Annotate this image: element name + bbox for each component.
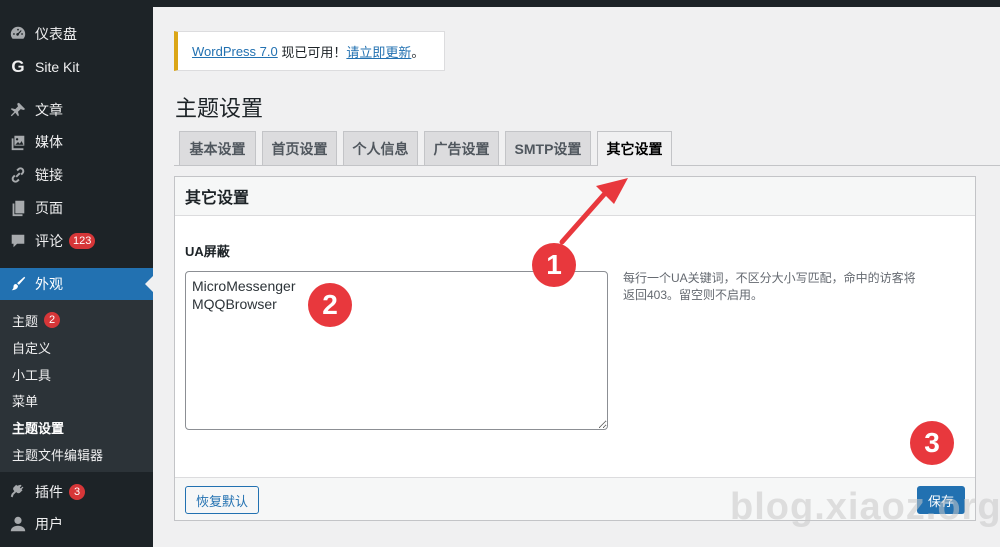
tab-home-settings[interactable]: 首页设置 — [262, 131, 337, 165]
menu-label-dashboard: 仪表盘 — [35, 26, 77, 42]
themes-update-badge: 2 — [44, 312, 61, 328]
comment-icon — [9, 232, 27, 250]
settings-panel: 其它设置 UA屏蔽 MicroMessenger MQQBrowser 每行一个… — [174, 176, 976, 521]
ua-block-help-text: 每行一个UA关键词，不区分大小写匹配，命中的访客将返回403。留空则不启用。 — [623, 271, 916, 302]
tab-other-settings[interactable]: 其它设置 — [597, 131, 672, 166]
restore-defaults-button[interactable]: 恢复默认 — [185, 486, 260, 514]
plugins-update-badge: 3 — [69, 484, 85, 500]
annotation-marker-3: 3 — [910, 421, 954, 465]
menu-item-media[interactable]: 媒体 — [0, 126, 153, 158]
page-icon — [9, 199, 27, 217]
link-icon — [9, 166, 27, 184]
submenu-item-theme-settings[interactable]: 主题设置 — [12, 415, 64, 439]
menu-label-media: 媒体 — [35, 134, 63, 150]
annotation-marker-2: 2 — [308, 283, 352, 327]
menu-label-pages: 页面 — [35, 200, 63, 216]
annotation-marker-1: 1 — [532, 243, 576, 287]
menu-item-plugins[interactable]: 插件 3 — [0, 476, 153, 508]
menu-label-site-kit: Site Kit — [35, 59, 80, 75]
ua-block-textarea[interactable]: MicroMessenger MQQBrowser — [185, 271, 608, 430]
menu-item-comments[interactable]: 评论 123 — [0, 225, 153, 257]
tab-ad-settings[interactable]: 广告设置 — [424, 131, 499, 165]
notice-end: 。 — [411, 44, 425, 60]
notice-text: 现已可用！ — [277, 44, 347, 60]
appearance-submenu: 主题 2 自定义 小工具 菜单 主题设置 主题文件编辑器 — [0, 300, 153, 472]
submenu-item-widgets[interactable]: 小工具 — [12, 362, 51, 386]
user-icon — [9, 515, 27, 533]
update-notice: WordPress 7.0 现已可用！ 请立即更新 。 — [174, 31, 445, 71]
submenu-item-theme-file-editor[interactable]: 主题文件编辑器 — [12, 442, 103, 466]
submenu-item-menus[interactable]: 菜单 — [12, 388, 38, 412]
media-icon — [9, 133, 27, 151]
menu-item-site-kit[interactable]: G Site Kit — [0, 51, 153, 83]
admin-sidebar: 仪表盘 G Site Kit 文章 媒体 链接 页面 评论 123 外观 主题 … — [0, 0, 153, 547]
current-menu-arrow — [145, 276, 153, 292]
update-now-link[interactable]: 请立即更新 — [346, 42, 411, 61]
submenu-label-themes: 主题 — [12, 313, 39, 329]
menu-item-pages[interactable]: 页面 — [0, 192, 153, 224]
brush-icon — [9, 275, 27, 293]
watermark-text: blog.xiaoz.org — [730, 486, 1000, 528]
submenu-item-customize[interactable]: 自定义 — [12, 335, 51, 359]
menu-label-posts: 文章 — [35, 102, 63, 118]
comments-count-badge: 123 — [69, 233, 96, 249]
wordpress-version-link[interactable]: WordPress 7.0 — [192, 44, 278, 59]
menu-label-users: 用户 — [35, 516, 63, 532]
menu-item-dashboard[interactable]: 仪表盘 — [0, 18, 153, 50]
google-g-icon: G — [11, 57, 25, 76]
menu-label-links: 链接 — [35, 167, 63, 183]
tab-smtp-settings[interactable]: SMTP设置 — [505, 131, 591, 165]
menu-label-plugins: 插件 — [35, 484, 63, 500]
pin-icon — [9, 101, 27, 119]
menu-item-appearance[interactable]: 外观 — [0, 268, 153, 300]
menu-item-users[interactable]: 用户 — [0, 508, 153, 540]
menu-item-links[interactable]: 链接 — [0, 159, 153, 191]
ua-block-label: UA屏蔽 — [185, 244, 230, 259]
menu-label-comments: 评论 — [35, 233, 63, 249]
dashboard-icon — [9, 25, 27, 43]
submenu-item-themes[interactable]: 主题 2 — [12, 308, 61, 332]
tab-basic-settings[interactable]: 基本设置 — [179, 131, 256, 165]
plugin-icon — [9, 483, 27, 501]
admin-bar — [153, 0, 1000, 7]
page-title: 主题设置 — [175, 96, 264, 121]
tabs-divider — [174, 165, 1000, 166]
tab-personal-info[interactable]: 个人信息 — [343, 131, 418, 165]
menu-label-appearance: 外观 — [35, 276, 63, 292]
menu-item-posts[interactable]: 文章 — [0, 94, 153, 126]
panel-title: 其它设置 — [175, 177, 975, 216]
